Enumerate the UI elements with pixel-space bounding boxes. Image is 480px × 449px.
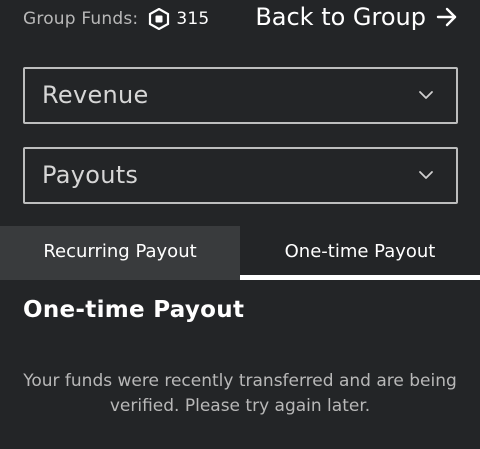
payouts-dropdown[interactable]: Payouts [23, 147, 458, 204]
group-funds-label: Group Funds: [23, 9, 139, 29]
group-payouts-page: Group Funds: 315 Back to Group Revenue P… [0, 0, 480, 449]
revenue-dropdown-label: Revenue [42, 81, 149, 109]
tab-one-time-payout[interactable]: One-time Payout [240, 226, 480, 280]
back-to-group-label: Back to Group [255, 3, 426, 31]
payout-tabs: Recurring Payout One-time Payout [0, 226, 480, 280]
tab-recurring-payout[interactable]: Recurring Payout [0, 226, 240, 280]
status-message: Your funds were recently transferred and… [23, 371, 457, 416]
back-to-group-link[interactable]: Back to Group [255, 3, 458, 31]
arrow-right-icon [436, 7, 457, 27]
group-funds: Group Funds: 315 [23, 7, 210, 31]
group-funds-amount: 315 [176, 9, 210, 29]
payouts-dropdown-label: Payouts [42, 161, 139, 189]
header-row: Group Funds: 315 Back to Group [23, 0, 458, 40]
revenue-dropdown[interactable]: Revenue [23, 67, 458, 124]
chevron-down-icon [419, 91, 433, 99]
section-title: One-time Payout [23, 297, 245, 323]
chevron-down-icon [419, 171, 433, 179]
robux-icon [148, 7, 170, 31]
